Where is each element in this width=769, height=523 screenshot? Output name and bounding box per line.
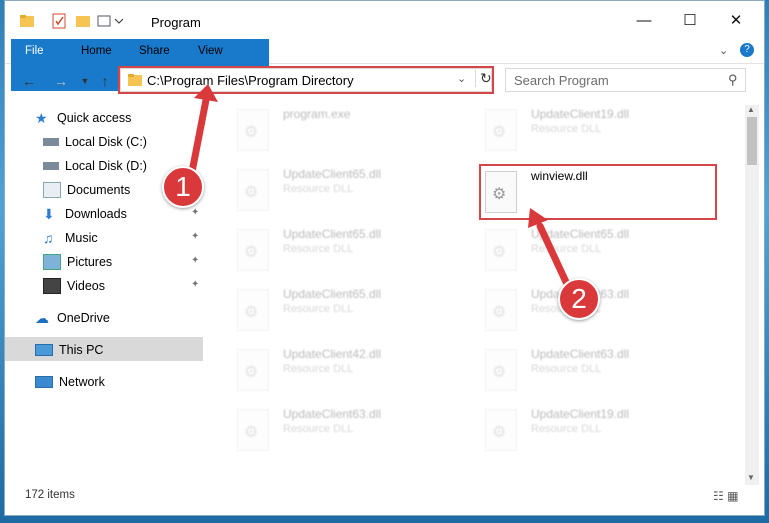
step-badge-2: 2 bbox=[558, 278, 600, 320]
step-badge-1: 1 bbox=[162, 166, 204, 208]
annotation-arrows bbox=[188, 84, 570, 286]
